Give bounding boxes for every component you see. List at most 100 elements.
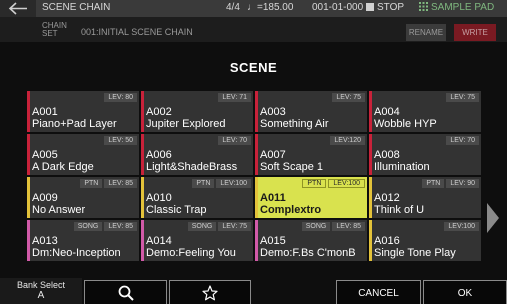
chevron-right-icon[interactable] xyxy=(486,203,500,233)
scene-cell[interactable]: LEV:120 A007 Soft Scape 1 xyxy=(255,134,367,175)
scene-cell[interactable]: PTN LEV:100 A010 Classic Trap xyxy=(141,177,253,218)
scene-badge: SONG xyxy=(301,222,331,231)
scene-cell[interactable]: LEV: 75 A004 Wobble HYP xyxy=(369,91,481,132)
scene-name: Complextro xyxy=(260,204,322,216)
scene-name: Single Tone Play xyxy=(374,247,456,259)
back-arrow-icon xyxy=(8,2,27,15)
scene-name: Classic Trap xyxy=(146,204,207,216)
song-position: 001-01-000 xyxy=(312,2,364,13)
star-icon xyxy=(202,285,218,301)
transport-status: STOP xyxy=(366,2,404,13)
scene-badges: SONG LEV: 75 xyxy=(187,222,251,231)
scene-number: A004 xyxy=(374,106,400,118)
scene-number: A001 xyxy=(32,106,58,118)
scene-category-stripe xyxy=(255,177,258,218)
scene-cell[interactable]: SONG LEV: 75 A014 Demo:Feeling You xyxy=(141,220,253,261)
scene-category-stripe xyxy=(141,134,144,175)
scene-name: Dm:Neo-Inception xyxy=(32,247,121,259)
cancel-button[interactable]: CANCEL xyxy=(336,280,421,304)
scene-badge: PTN xyxy=(192,179,215,188)
stop-icon xyxy=(366,3,374,11)
scene-name: Light&ShadeBrass xyxy=(146,161,238,173)
scene-number: A010 xyxy=(146,192,172,204)
favorite-button[interactable] xyxy=(169,280,251,304)
bank-select-button[interactable]: Bank Select A xyxy=(0,278,82,304)
scene-badges: SONG LEV: 85 xyxy=(73,222,137,231)
back-button[interactable] xyxy=(0,0,36,17)
search-button[interactable] xyxy=(84,280,167,304)
scene-name: Piano+Pad Layer xyxy=(32,118,117,130)
scene-category-stripe xyxy=(141,91,144,132)
scene-cell[interactable]: SONG LEV: 85 A013 Dm:Neo-Inception xyxy=(27,220,139,261)
scene-badge: PTN xyxy=(302,179,327,188)
scene-cell[interactable]: PTN LEV:100 A011 Complextro xyxy=(255,177,367,218)
scene-number: A005 xyxy=(32,149,58,161)
scene-badge: LEV: 90 xyxy=(446,179,479,188)
scene-badge: LEV:100 xyxy=(216,179,251,188)
dialog-title: SCENE xyxy=(229,60,278,75)
bottom-bar: Bank Select A CANCEL OK xyxy=(0,276,507,304)
scene-cell[interactable]: SONG LEV: 85 A015 Demo:F.Bs C'monB xyxy=(255,220,367,261)
scene-name: Wobble HYP xyxy=(374,118,437,130)
scene-badge: LEV: 75 xyxy=(332,93,365,102)
scene-name: A Dark Edge xyxy=(32,161,94,173)
scene-cell[interactable]: PTN LEV: 85 A009 No Answer xyxy=(27,177,139,218)
scene-cell[interactable]: LEV: 75 A003 Something Air xyxy=(255,91,367,132)
scene-cell[interactable]: LEV: 70 A006 Light&ShadeBrass xyxy=(141,134,253,175)
scene-category-stripe xyxy=(27,220,30,261)
scene-badge: SONG xyxy=(187,222,217,231)
scene-badge: LEV:120 xyxy=(330,136,365,145)
scene-number: A003 xyxy=(260,106,286,118)
scene-cell[interactable]: LEV:100 A016 Single Tone Play xyxy=(369,220,481,261)
scene-name: Illumination xyxy=(374,161,430,173)
ok-button[interactable]: OK xyxy=(423,280,507,304)
scene-category-stripe xyxy=(27,91,30,132)
scene-name: Something Air xyxy=(260,118,329,130)
tempo: ♩=185.00 xyxy=(247,2,294,13)
bank-select-value: A xyxy=(37,290,45,301)
scene-badges: PTN LEV: 90 xyxy=(422,179,479,188)
top-bar: SCENE CHAIN 4/4 ♩=185.00 001-01-000 STOP… xyxy=(0,0,507,17)
scene-number: A009 xyxy=(32,192,58,204)
scene-badges: LEV: 75 xyxy=(446,93,479,102)
scene-category-stripe xyxy=(369,177,372,218)
scene-category-stripe xyxy=(255,91,258,132)
scene-cell[interactable]: LEV: 71 A002 Jupiter Explored xyxy=(141,91,253,132)
scene-category-stripe xyxy=(141,177,144,218)
scene-badge: SONG xyxy=(73,222,103,231)
scene-number: A015 xyxy=(260,235,286,247)
scene-cell[interactable]: LEV: 70 A008 Illumination xyxy=(369,134,481,175)
scene-number: A007 xyxy=(260,149,286,161)
scene-category-stripe xyxy=(255,134,258,175)
scene-category-stripe xyxy=(369,220,372,261)
scene-cell[interactable]: LEV: 80 A001 Piano+Pad Layer xyxy=(27,91,139,132)
scene-number: A016 xyxy=(374,235,400,247)
scene-badges: LEV: 70 xyxy=(446,136,479,145)
scene-number: A013 xyxy=(32,235,58,247)
rename-button[interactable]: RENAME xyxy=(406,24,446,41)
search-icon xyxy=(118,285,134,301)
scene-badges: LEV: 71 xyxy=(218,93,251,102)
scene-name: Demo:F.Bs C'monB xyxy=(260,247,356,259)
write-button[interactable]: WRITE xyxy=(454,24,496,41)
bank-select-label: Bank Select xyxy=(16,280,66,290)
scene-category-stripe xyxy=(27,134,30,175)
scene-badge: LEV: 70 xyxy=(218,136,251,145)
chain-bar: CHAIN SET 001:INITIAL SCENE CHAIN RENAME… xyxy=(0,17,507,42)
scene-number: A008 xyxy=(374,149,400,161)
scene-number: A002 xyxy=(146,106,172,118)
scene-category-stripe xyxy=(141,220,144,261)
scene-badge: LEV: 50 xyxy=(104,136,137,145)
scene-cell[interactable]: PTN LEV: 90 A012 Think of U xyxy=(369,177,481,218)
grid-icon xyxy=(419,2,428,11)
scene-name: Soft Scape 1 xyxy=(260,161,323,173)
scene-badge: PTN xyxy=(80,179,103,188)
scene-name: Demo:Feeling You xyxy=(146,247,236,259)
scene-number: A006 xyxy=(146,149,172,161)
scene-badges: LEV: 80 xyxy=(104,93,137,102)
scene-dialog: SCENE LEV: 80 A001 Piano+Pad Layer LEV: 71 A… xyxy=(0,42,507,304)
scene-badge: LEV: 85 xyxy=(104,179,137,188)
scene-badge: LEV: 71 xyxy=(218,93,251,102)
scene-cell[interactable]: LEV: 50 A005 A Dark Edge xyxy=(27,134,139,175)
scene-number: A012 xyxy=(374,192,400,204)
